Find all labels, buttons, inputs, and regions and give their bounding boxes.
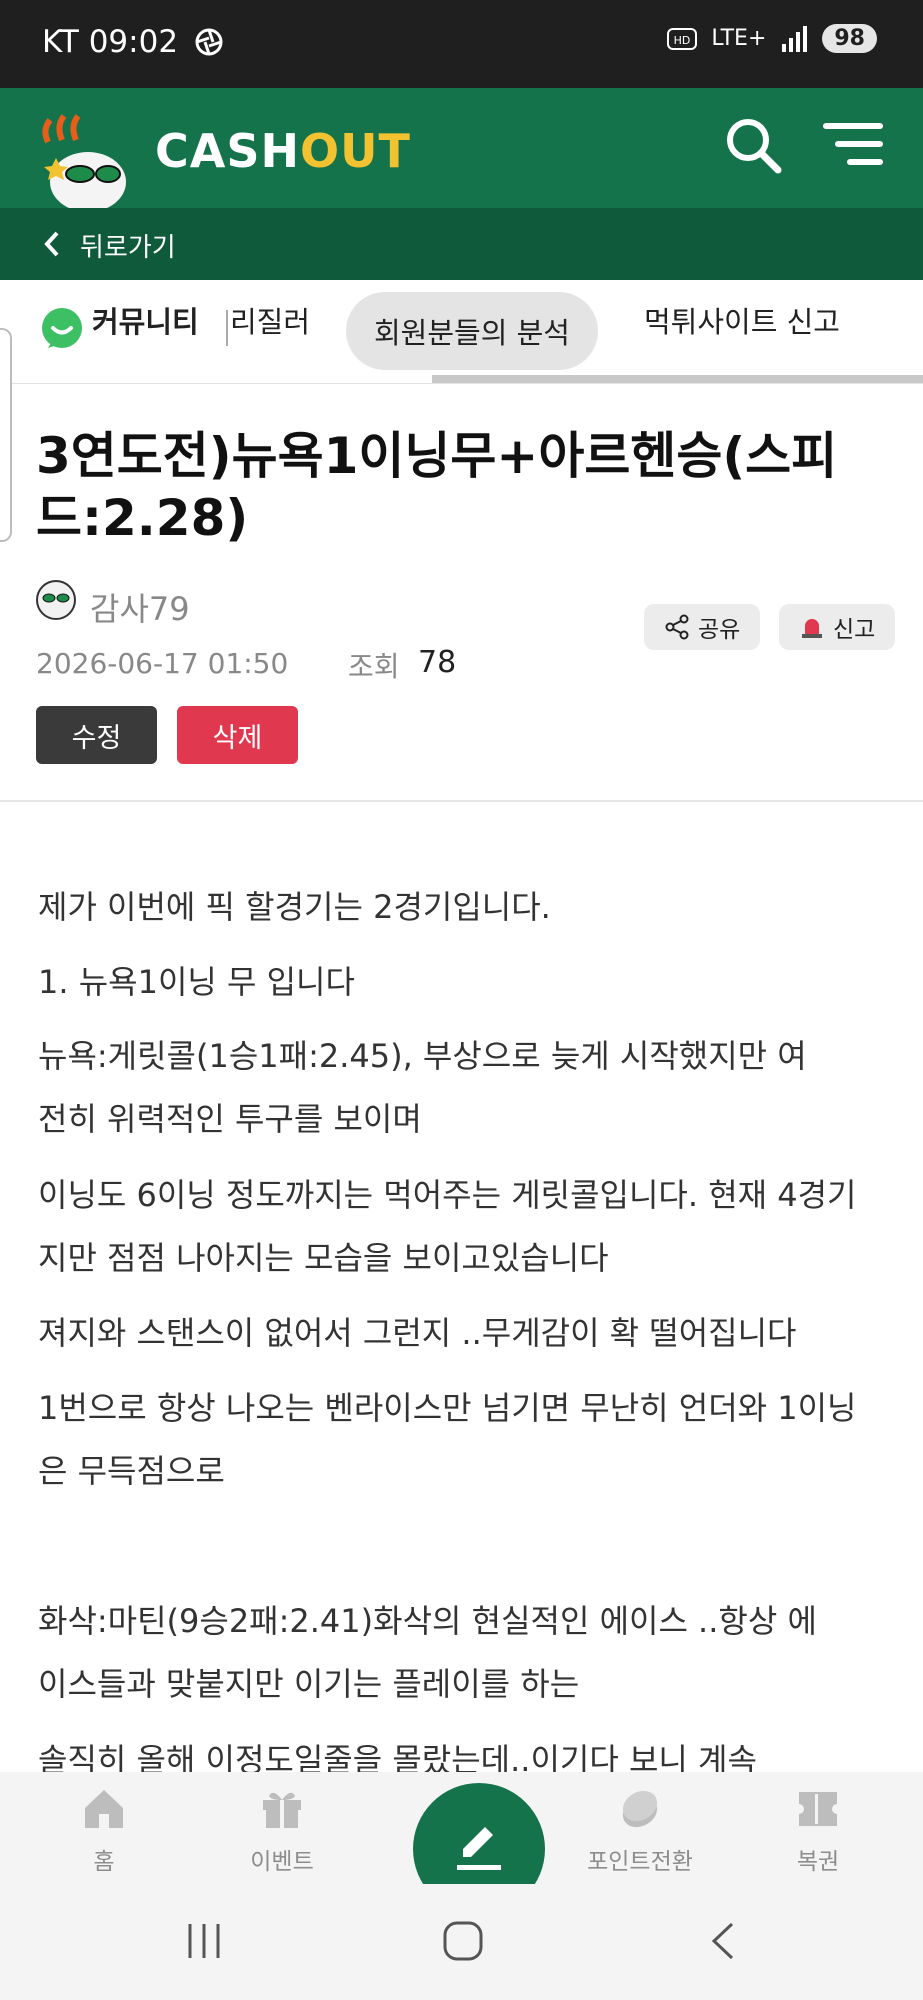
report-button[interactable]: 신고 (779, 604, 896, 650)
post-paragraph: 화삭:마틴(9승2패:2.41)화삭의 현실적인 에이스 ..항상 에이스들과 … (38, 1602, 817, 1703)
tab-member-analysis[interactable]: 회원분들의 분석 (346, 292, 598, 370)
battery-level: 98 (822, 24, 877, 53)
status-left: KT 09:02 (42, 24, 224, 60)
status-bar: KT 09:02 HD LTE+ 98 (0, 0, 923, 88)
delete-button[interactable]: 삭제 (177, 706, 298, 764)
mascot-logo-icon (42, 114, 126, 208)
brand-logo[interactable]: CASHOUT (155, 124, 411, 178)
nav-event-label: 이벤트 (250, 1849, 314, 1875)
tab-scam-report[interactable]: 먹튀사이트 신고 (644, 280, 840, 360)
tab-community[interactable]: 커뮤니티 (92, 280, 199, 360)
logo-text-out: OUT (300, 124, 411, 178)
nav-event[interactable]: 이벤트 (212, 1772, 352, 1876)
post-paragraph: 이닝도 6이닝 정도까지는 먹어주는 게릿콜입니다. 현재 4경기지만 점점 나… (38, 1176, 857, 1277)
coin-icon (622, 1790, 658, 1828)
hd-icon: HD (667, 27, 698, 50)
system-nav-bar (0, 1884, 923, 2000)
post-title: 3연도전)뉴욕1이닝무+아르헨승(스피드:2.28) (36, 427, 838, 547)
content-divider (0, 800, 923, 802)
home-nav-icon[interactable] (442, 1920, 484, 1962)
post-paragraph: 제가 이번에 픽 할경기는 2경기입니다. (38, 888, 551, 926)
search-icon[interactable] (722, 114, 784, 176)
network-type: LTE+ (711, 26, 767, 51)
svg-text:HD: HD (674, 34, 691, 47)
nav-point-exchange[interactable]: 포인트전환 (570, 1772, 710, 1876)
back-nav-icon[interactable] (708, 1920, 738, 1962)
share-button[interactable]: 공유 (644, 604, 761, 650)
views-label: 조회 (348, 650, 400, 683)
gift-icon (263, 1792, 301, 1828)
views-count: 78 (418, 645, 457, 680)
tab-scrollbar[interactable] (432, 375, 923, 383)
carrier-time: KT 09:02 (42, 24, 179, 60)
tab-rizzler[interactable]: 리질러 (230, 280, 310, 360)
nav-home-label: 홈 (93, 1849, 115, 1875)
report-label: 신고 (833, 617, 876, 643)
side-drawer-handle[interactable] (0, 328, 12, 542)
share-label: 공유 (698, 617, 741, 643)
signal-icon (782, 25, 808, 52)
ticket-icon (799, 1792, 837, 1826)
siren-icon (802, 619, 822, 638)
post-paragraph: 1. 뉴욕1이닝 무 입니다 (38, 963, 355, 1001)
post-date: 2026-06-17 01:50 (36, 647, 289, 680)
tab-divider (226, 310, 228, 346)
menu-icon[interactable] (822, 120, 884, 170)
nav-lottery-label: 복권 (796, 1849, 840, 1875)
post-paragraph: 져지와 스탠스이 없어서 그런지 ..무게감이 확 떨어집니다 (38, 1314, 797, 1352)
app-header: CASHOUT (0, 88, 923, 208)
post-paragraph: 뉴욕:게릿콜(1승1패:2.45), 부상으로 늦게 시작했지만 여전히 위력적… (38, 1037, 807, 1138)
recent-apps-icon[interactable] (184, 1922, 224, 1960)
chat-bubble-icon (42, 308, 82, 348)
back-bar[interactable]: 뒤로가기 (0, 208, 923, 280)
home-icon (85, 1790, 123, 1828)
pencil-icon (457, 1827, 501, 1870)
logo-text-cash: CASH (155, 124, 300, 178)
aperture-icon (195, 28, 223, 56)
chevron-left-icon (44, 231, 59, 257)
nav-lottery[interactable]: 복권 (748, 1772, 888, 1876)
edit-button[interactable]: 수정 (36, 706, 157, 764)
nav-point-exchange-label: 포인트전환 (587, 1849, 693, 1875)
nav-home[interactable]: 홈 (34, 1772, 174, 1876)
avatar (36, 580, 76, 620)
back-label: 뒤로가기 (80, 233, 176, 263)
category-tabs: 커뮤니티 리질러 회원분들의 분석 먹튀사이트 신고 (0, 280, 923, 384)
status-right: HD LTE+ 98 (667, 24, 877, 53)
share-icon (665, 614, 689, 640)
post-paragraph: 1번으로 항상 나오는 벤라이스만 넘기면 무난히 언더와 1이닝은 무득점으로 (38, 1389, 857, 1490)
author-name[interactable]: 감사79 (90, 584, 190, 630)
